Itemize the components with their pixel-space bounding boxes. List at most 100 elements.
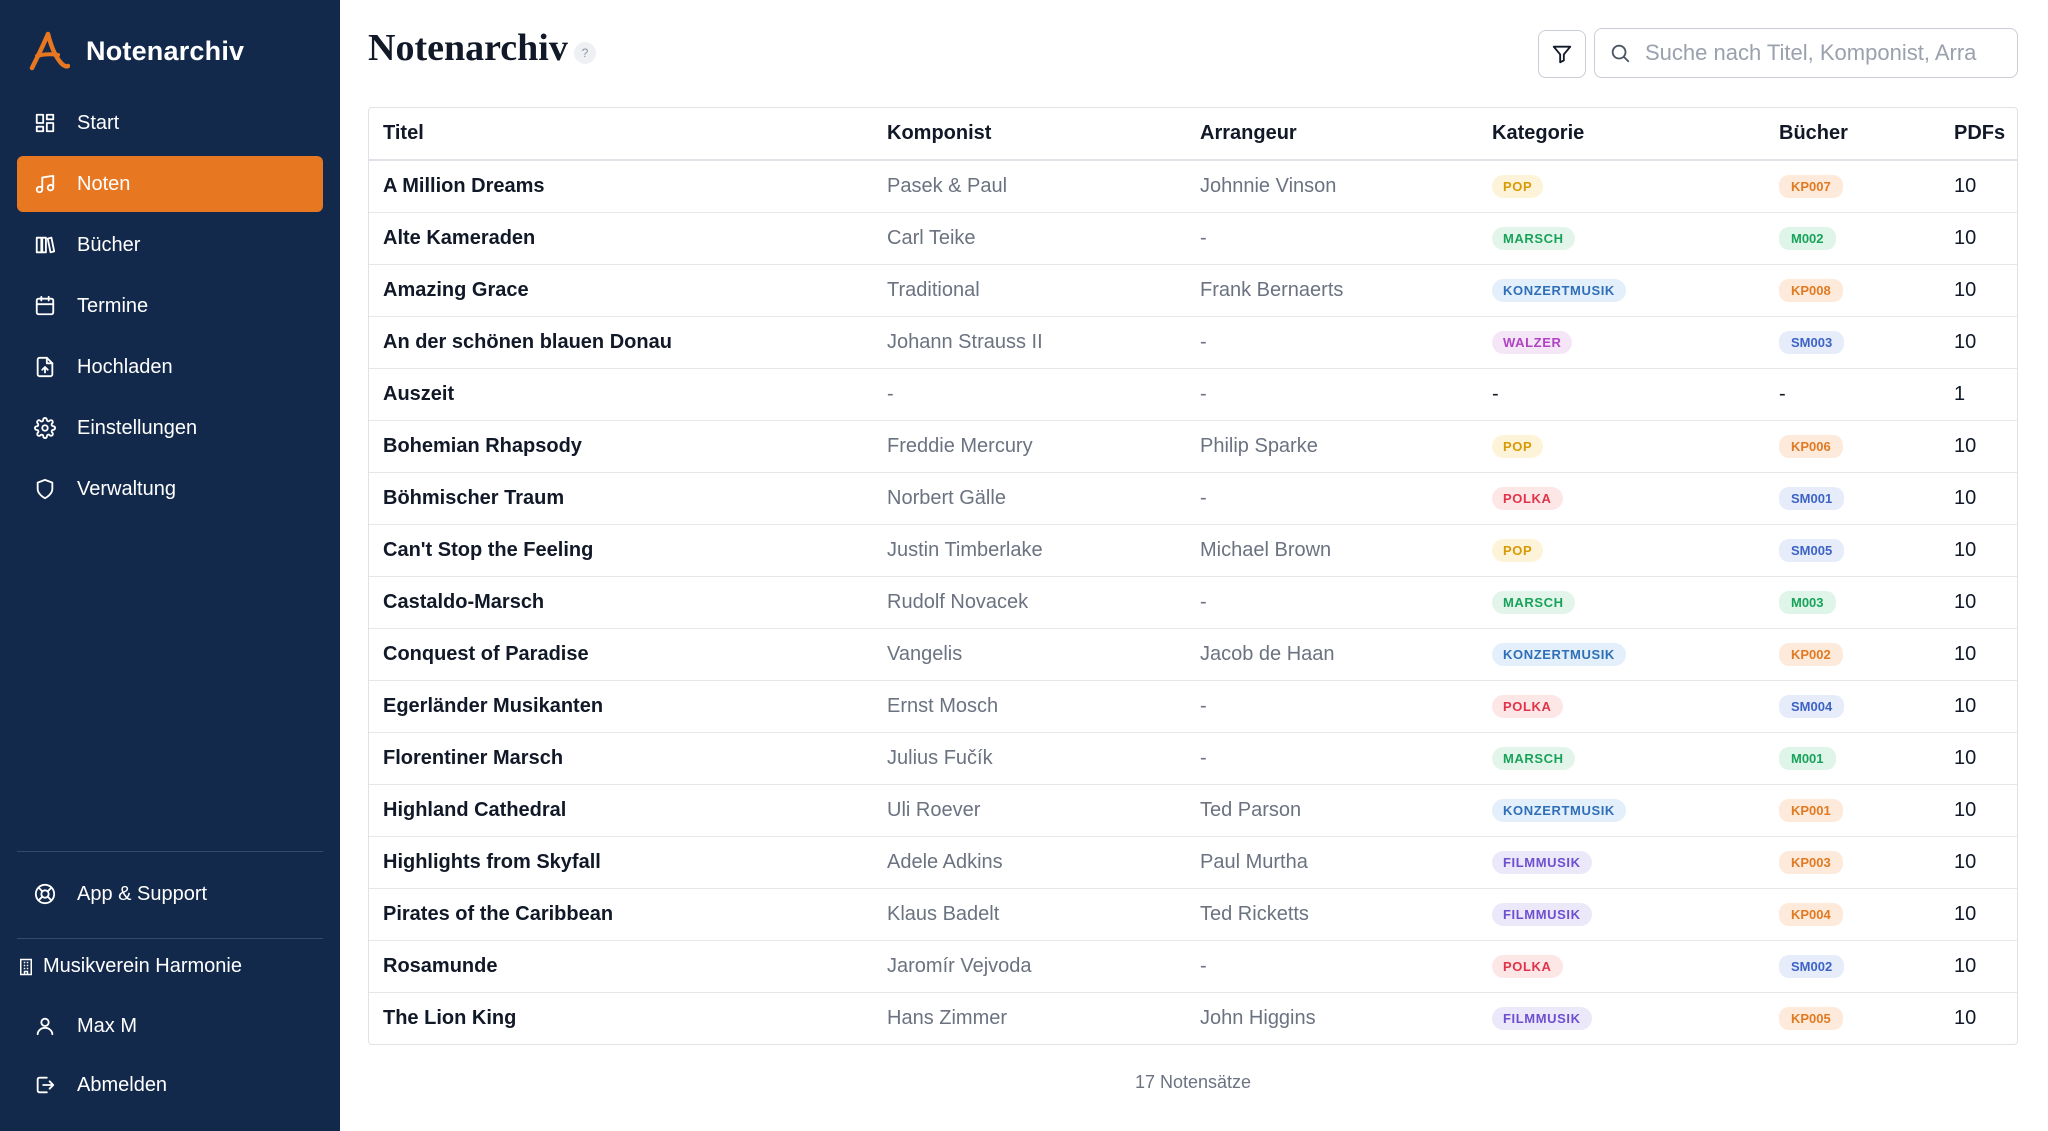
table-row[interactable]: Florentiner Marsch Julius Fučík - MARSCH M00… bbox=[369, 732, 2017, 785]
column-header-kategorie[interactable]: Kategorie bbox=[1478, 108, 1765, 161]
category-badge: KONZERTMUSIK bbox=[1492, 643, 1626, 666]
organization-switcher[interactable]: Musikverein Harmonie bbox=[17, 955, 242, 978]
cell-pdfs: 10 bbox=[1954, 1006, 1977, 1029]
cell-pdfs: 10 bbox=[1940, 420, 2017, 473]
book-badge[interactable]: M003 bbox=[1779, 591, 1836, 614]
gear-icon bbox=[33, 416, 57, 440]
cell-book: KP003 bbox=[1765, 836, 1940, 889]
cell-book: KP001 bbox=[1765, 784, 1940, 837]
book-badge[interactable]: KP005 bbox=[1779, 1007, 1843, 1031]
table-row[interactable]: Castaldo-Marsch Rudolf Novacek - MARSCH M003… bbox=[369, 576, 2017, 629]
logo-icon bbox=[29, 31, 70, 71]
sidebar-item-einstellungen[interactable]: Einstellungen bbox=[17, 400, 323, 456]
cell-title: Highland Cathedral bbox=[369, 784, 873, 837]
cell-title: Egerländer Musikanten bbox=[369, 680, 873, 733]
logout-label: Abmelden bbox=[77, 1073, 168, 1096]
cell-book: - bbox=[1765, 368, 1940, 421]
cell-title: An der schönen blauen Donau bbox=[369, 316, 873, 369]
cell-book: KP005 bbox=[1765, 992, 1940, 1044]
cell-category: FILMMUSIK bbox=[1478, 992, 1765, 1044]
book-badge[interactable]: SM005 bbox=[1779, 539, 1845, 562]
table-row[interactable]: Highland Cathedral Uli Roever Ted Parson KO… bbox=[369, 784, 2017, 837]
cell-arranger: - bbox=[1186, 212, 1478, 265]
table-row[interactable]: The Lion King Hans Zimmer John Higgins FILM… bbox=[369, 992, 2017, 1044]
sidebar-item-termine[interactable]: Termine bbox=[17, 278, 323, 334]
book-badge[interactable]: KP004 bbox=[1779, 903, 1843, 926]
table-row[interactable]: Can't Stop the Feeling Justin Timberlake M… bbox=[369, 524, 2017, 577]
cell-title: Pirates of the Caribbean bbox=[369, 888, 873, 941]
table-row[interactable]: Amazing Grace Traditional Frank Bernaerts K… bbox=[369, 264, 2017, 317]
column-header-pdfs[interactable]: PDFs bbox=[1940, 108, 2017, 161]
support-link[interactable]: App & Support bbox=[33, 882, 207, 906]
cell-pdfs: 10 bbox=[1940, 264, 2017, 317]
cell-arranger: Michael Brown bbox=[1186, 524, 1478, 577]
sidebar: Notenarchiv Start Noten Bücher Termine H… bbox=[0, 0, 340, 1131]
table-row[interactable]: Conquest of Paradise Vangelis Jacob de Haa… bbox=[369, 628, 2017, 681]
cell-pdfs: 10 bbox=[1940, 836, 2017, 889]
cell-pdfs: 1 bbox=[1940, 368, 2017, 421]
cell-category: POLKA bbox=[1478, 472, 1765, 525]
cell-category: MARSCH bbox=[1478, 212, 1765, 265]
book-badge[interactable]: M002 bbox=[1779, 227, 1836, 250]
column-header-titel[interactable]: Titel bbox=[369, 108, 873, 161]
sidebar-item-noten[interactable]: Noten bbox=[17, 156, 323, 212]
category-badge: POP bbox=[1492, 175, 1544, 199]
cell-title: Conquest of Paradise bbox=[369, 628, 873, 681]
sidebar-item-start[interactable]: Start bbox=[17, 95, 323, 151]
cell-title: Rosamunde bbox=[369, 940, 873, 993]
app-name: Notenarchiv bbox=[86, 35, 245, 66]
sidebar-item-hochladen[interactable]: Hochladen bbox=[17, 339, 323, 395]
book-badge[interactable]: SM001 bbox=[1779, 487, 1845, 510]
column-header-komponist[interactable]: Komponist bbox=[873, 108, 1186, 161]
cell-book: KP007 bbox=[1765, 160, 1940, 213]
library-icon bbox=[33, 233, 57, 257]
cell-title: The Lion King bbox=[383, 1006, 517, 1029]
cell-category: MARSCH bbox=[1478, 576, 1765, 629]
book-badge[interactable]: KP007 bbox=[1779, 175, 1843, 199]
search-input[interactable] bbox=[1645, 40, 2015, 66]
table-row[interactable]: A Million Dreams Pasek & Paul Johnnie Vins… bbox=[369, 160, 2017, 213]
cell-category: POLKA bbox=[1478, 940, 1765, 993]
search-box[interactable] bbox=[1594, 28, 2018, 78]
book-badge[interactable]: KP003 bbox=[1779, 851, 1843, 874]
cell-pdfs: 10 bbox=[1940, 732, 2017, 785]
book-badge[interactable]: KP001 bbox=[1779, 799, 1843, 822]
cell-composer: Johann Strauss II bbox=[873, 316, 1186, 369]
category-badge: POLKA bbox=[1492, 695, 1563, 718]
cell-composer: Pasek & Paul bbox=[873, 160, 1186, 213]
table-row[interactable]: Highlights from Skyfall Adele Adkins Paul … bbox=[369, 836, 2017, 889]
table-row[interactable]: Rosamunde Jaromír Vejvoda - POLKA SM002 10 bbox=[369, 940, 2017, 993]
filter-button[interactable] bbox=[1538, 30, 1586, 78]
table-row[interactable]: Bohemian Rhapsody Freddie Mercury Philip S… bbox=[369, 420, 2017, 473]
book-badge[interactable]: KP002 bbox=[1779, 643, 1843, 666]
logout-button[interactable]: Abmelden bbox=[33, 1073, 167, 1097]
cell-book: SM002 bbox=[1765, 940, 1940, 993]
book-badge[interactable]: M001 bbox=[1779, 747, 1836, 770]
shield-icon bbox=[33, 477, 57, 501]
help-icon[interactable]: ? bbox=[574, 42, 596, 64]
table-row[interactable]: Auszeit - - - -1 bbox=[369, 368, 2017, 421]
cell-category: KONZERTMUSIK bbox=[1478, 784, 1765, 837]
brand[interactable]: Notenarchiv bbox=[28, 30, 244, 72]
sidebar-item-verwaltung[interactable]: Verwaltung bbox=[17, 461, 323, 517]
table-row[interactable]: Egerländer Musikanten Ernst Mosch - POLKA SM… bbox=[369, 680, 2017, 733]
user-profile[interactable]: Max M bbox=[33, 1014, 137, 1038]
table-row[interactable]: Pirates of the Caribbean Klaus Badelt Ted … bbox=[369, 888, 2017, 941]
cell-book: KP004 bbox=[1765, 888, 1940, 941]
cell-arranger: - bbox=[1186, 732, 1478, 785]
column-header-buecher[interactable]: Bücher bbox=[1765, 108, 1940, 161]
table-row[interactable]: Böhmischer Traum Norbert Gälle - POLKA SM001… bbox=[369, 472, 2017, 525]
table-row[interactable]: Alte Kameraden Carl Teike - MARSCH M002 10 bbox=[369, 212, 2017, 265]
category-badge: POLKA bbox=[1492, 487, 1563, 510]
table-row[interactable]: An der schönen blauen Donau Johann Straus… bbox=[369, 316, 2017, 369]
book-badge[interactable]: SM004 bbox=[1779, 695, 1845, 718]
book-badge[interactable]: SM003 bbox=[1779, 331, 1845, 354]
sidebar-item-buecher[interactable]: Bücher bbox=[17, 217, 323, 273]
category-badge: POP bbox=[1492, 435, 1544, 458]
category-badge: MARSCH bbox=[1492, 227, 1575, 250]
cell-category: POLKA bbox=[1478, 680, 1765, 733]
column-header-arrangeur[interactable]: Arrangeur bbox=[1186, 108, 1478, 161]
book-badge[interactable]: SM002 bbox=[1779, 955, 1845, 978]
book-badge[interactable]: KP008 bbox=[1779, 279, 1843, 302]
book-badge[interactable]: KP006 bbox=[1779, 435, 1843, 458]
